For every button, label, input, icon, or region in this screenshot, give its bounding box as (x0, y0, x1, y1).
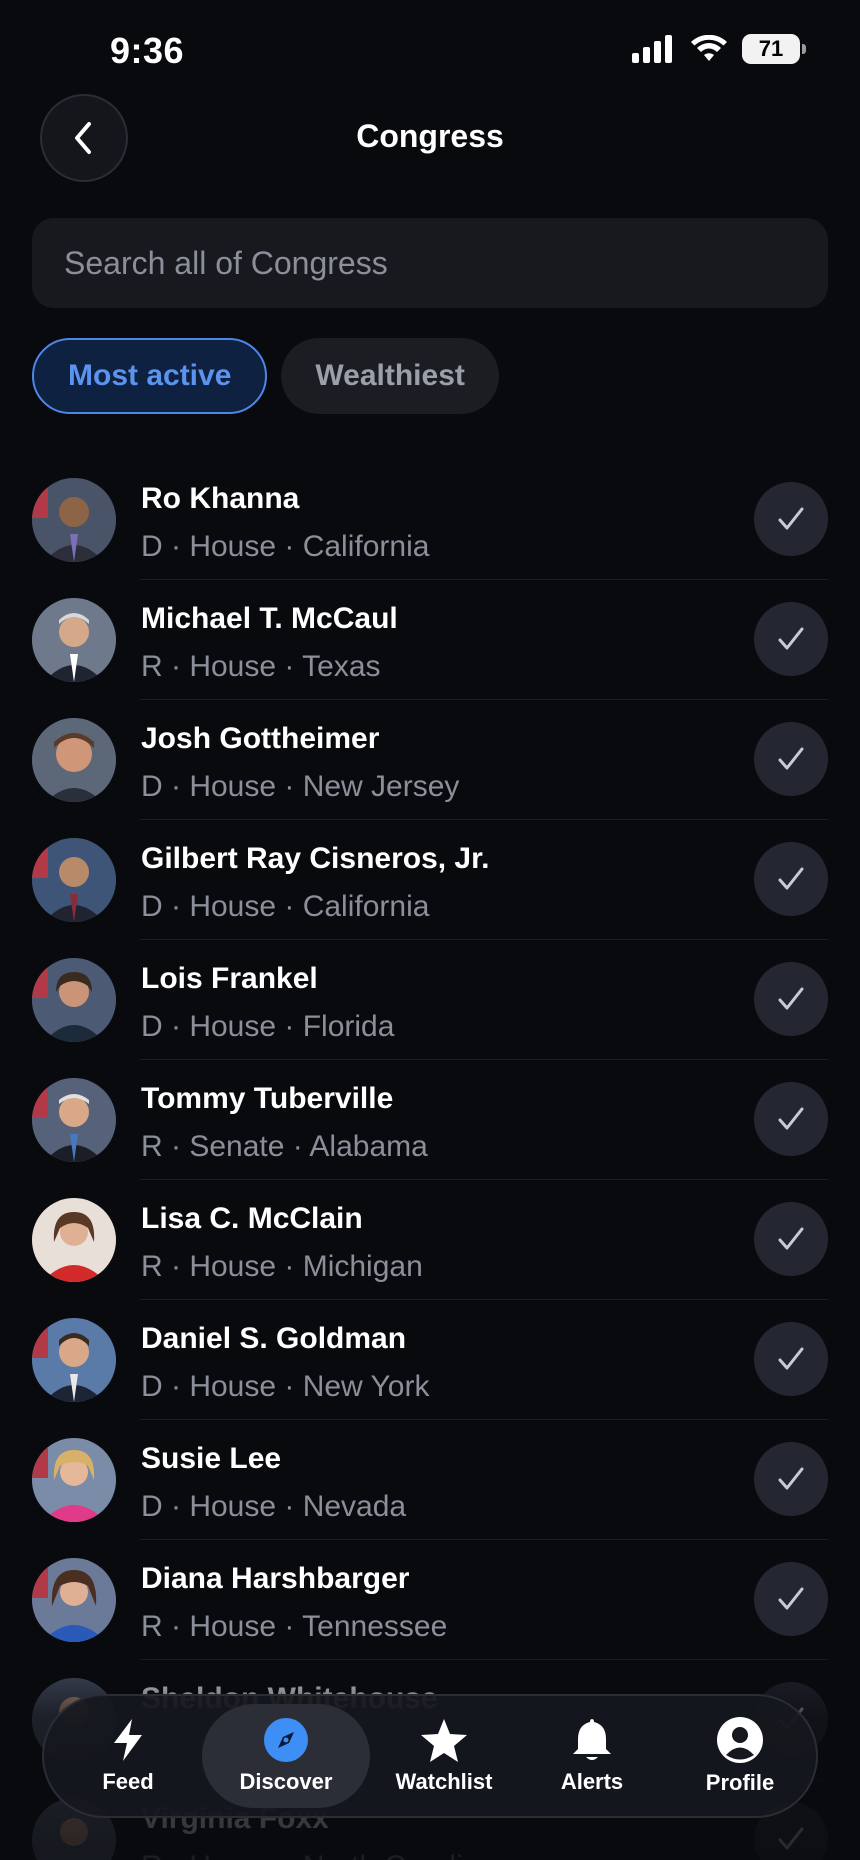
list-item[interactable]: Gilbert Ray Cisneros, Jr. D · House · Ca… (0, 820, 860, 940)
list-item[interactable]: Josh Gottheimer D · House · New Jersey (0, 700, 860, 820)
member-name: Susie Lee (141, 1442, 282, 1475)
tab-label: Profile (705, 1770, 775, 1795)
avatar (32, 478, 116, 562)
tab-label: Alerts (560, 1769, 624, 1794)
member-meta: R · House · North Carolina (141, 1850, 496, 1860)
filter-wealthiest-chip[interactable]: Wealthiest (281, 338, 499, 414)
star-icon (421, 1719, 467, 1762)
tab-alerts[interactable]: Alerts (518, 1704, 666, 1808)
member-list: Ro Khanna D · House · California Michael… (0, 460, 860, 1860)
member-name: Gilbert Ray Cisneros, Jr. (141, 842, 490, 875)
tab-discover[interactable]: Discover (202, 1704, 370, 1808)
member-meta: D · House · California (141, 530, 430, 563)
member-name: Daniel S. Goldman (141, 1322, 407, 1355)
search-input[interactable] (64, 244, 828, 282)
signal-icon (632, 35, 672, 63)
avatar (32, 1558, 116, 1642)
member-meta: R · House · Texas (141, 650, 381, 683)
avatar (32, 718, 116, 802)
avatar (32, 598, 116, 682)
member-name: Michael T. McCaul (141, 602, 398, 635)
checkmark-icon (778, 747, 804, 770)
filter-most-active-chip[interactable]: Most active (32, 338, 268, 414)
battery-level: 71 (758, 36, 784, 61)
checkmark-icon (778, 1467, 804, 1490)
member-meta: R · House · Tennessee (141, 1610, 448, 1643)
checkmark-icon (778, 1227, 804, 1250)
follow-button[interactable] (754, 1442, 828, 1516)
checkmark-icon (778, 987, 804, 1010)
follow-button[interactable] (754, 962, 828, 1036)
member-name: Diana Harshbarger (141, 1562, 410, 1595)
follow-button[interactable] (754, 842, 828, 916)
checkmark-icon (778, 1347, 804, 1370)
member-name: Josh Gottheimer (141, 722, 380, 755)
bell-icon (573, 1719, 611, 1760)
follow-button[interactable] (754, 1082, 828, 1156)
member-name: Tommy Tuberville (141, 1082, 394, 1115)
follow-button[interactable] (754, 1562, 828, 1636)
follow-button[interactable] (754, 1322, 828, 1396)
profile-icon (717, 1717, 763, 1763)
follow-button[interactable] (754, 482, 828, 556)
status-time: 9:36 (110, 30, 185, 71)
battery-icon: 71 (742, 34, 806, 64)
list-item[interactable]: Ro Khanna D · House · California (0, 460, 860, 580)
list-item[interactable]: Lois Frankel D · House · Florida (0, 940, 860, 1060)
list-item[interactable]: Michael T. McCaul R · House · Texas (0, 580, 860, 700)
tab-watchlist[interactable]: Watchlist (370, 1704, 518, 1808)
member-meta: D · House · Nevada (141, 1490, 407, 1523)
tab-label: Feed (102, 1769, 154, 1794)
avatar (32, 1078, 116, 1162)
tab-label: Discover (239, 1769, 333, 1794)
wifi-icon (691, 35, 727, 61)
avatar (32, 838, 116, 922)
member-name: Lisa C. McClain (141, 1202, 363, 1235)
compass-icon (264, 1718, 308, 1762)
checkmark-icon (778, 1107, 804, 1130)
avatar (32, 1198, 116, 1282)
member-name: Lois Frankel (141, 962, 318, 995)
page-title: Congress (356, 118, 504, 154)
list-item[interactable]: Diana Harshbarger R · House · Tennessee (0, 1540, 860, 1660)
checkmark-icon (778, 507, 804, 530)
tab-bar: Feed Discover Watchlist Alerts Profile (42, 1694, 818, 1818)
checkmark-icon (778, 1827, 804, 1850)
filter-chips: Most active Wealthiest (32, 338, 499, 414)
follow-button[interactable] (754, 1202, 828, 1276)
list-item[interactable]: Tommy Tuberville R · Senate · Alabama (0, 1060, 860, 1180)
checkmark-icon (778, 1587, 804, 1610)
member-meta: D · House · New Jersey (141, 770, 460, 803)
avatar (32, 1318, 116, 1402)
member-meta: D · House · Florida (141, 1010, 395, 1043)
status-bar: 9:36 71 (0, 0, 860, 100)
member-name: Ro Khanna (141, 482, 300, 515)
checkmark-icon (778, 867, 804, 890)
checkmark-icon (778, 627, 804, 650)
search-bar[interactable] (32, 218, 828, 308)
lightning-icon (114, 1719, 142, 1761)
member-meta: R · House · Michigan (141, 1250, 423, 1283)
avatar (32, 958, 116, 1042)
tab-feed[interactable]: Feed (54, 1704, 202, 1808)
member-meta: D · House · California (141, 890, 430, 923)
list-item[interactable]: Susie Lee D · House · Nevada (0, 1420, 860, 1540)
list-item[interactable]: Lisa C. McClain R · House · Michigan (0, 1180, 860, 1300)
tab-profile[interactable]: Profile (666, 1704, 814, 1808)
status-icons: 71 (632, 34, 806, 64)
member-meta: R · Senate · Alabama (141, 1130, 428, 1163)
member-meta: D · House · New York (141, 1370, 430, 1403)
tab-label: Watchlist (395, 1769, 493, 1794)
avatar (32, 1438, 116, 1522)
list-item[interactable]: Daniel S. Goldman D · House · New York (0, 1300, 860, 1420)
follow-button[interactable] (754, 602, 828, 676)
follow-button[interactable] (754, 722, 828, 796)
